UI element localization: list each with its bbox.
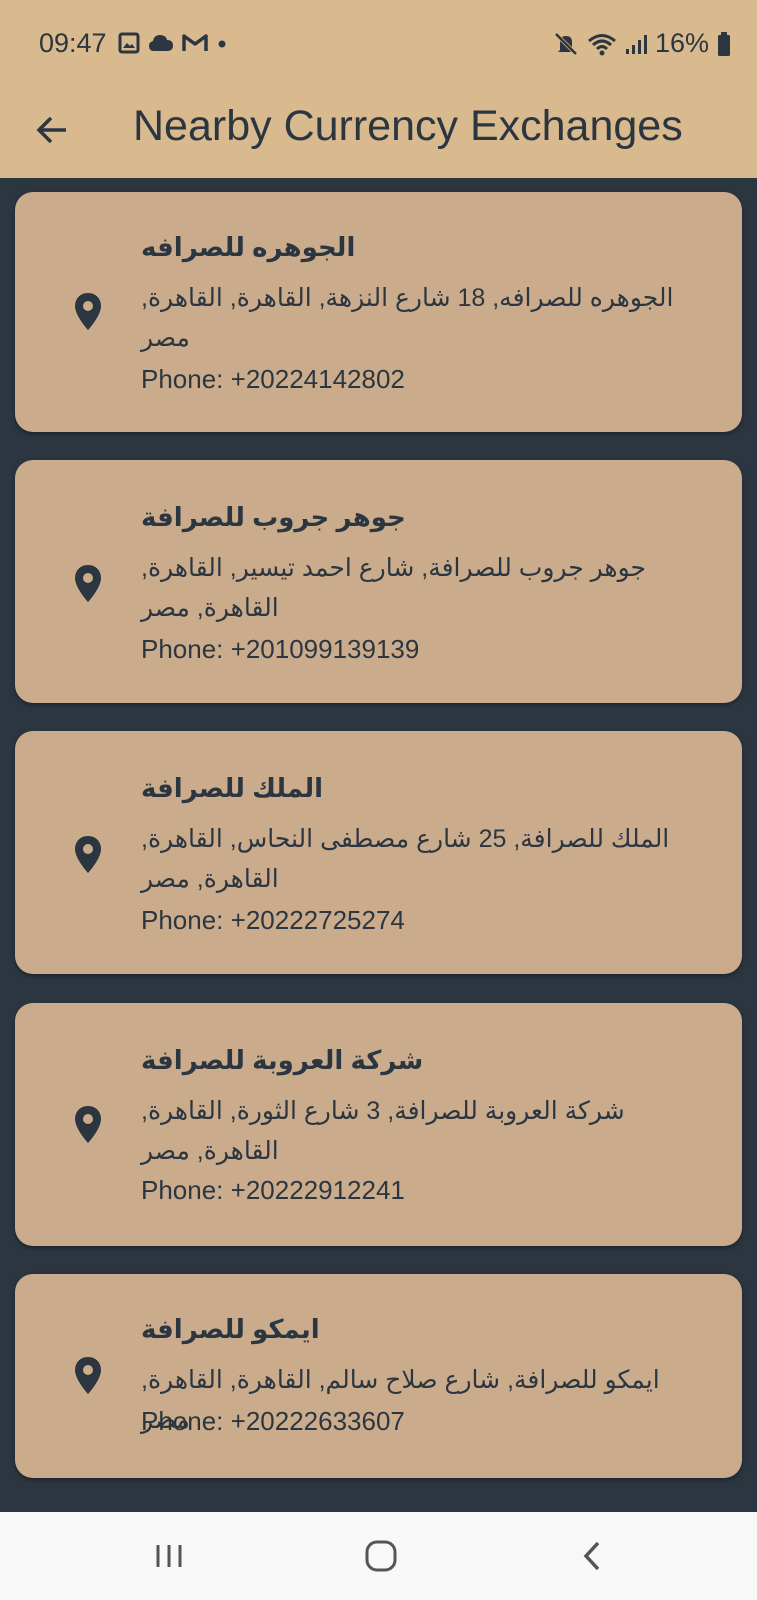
dot-icon (218, 40, 226, 48)
location-pin-icon (75, 293, 101, 330)
location-pin-icon (75, 1357, 101, 1394)
exchange-card[interactable]: شركة العروبة للصرافة شركة العروبة للصراف… (15, 1003, 742, 1246)
status-time: 09:47 (39, 28, 107, 58)
battery-icon (718, 31, 730, 56)
system-back-button[interactable] (567, 1532, 617, 1580)
page-title: Nearby Currency Exchanges (133, 102, 683, 150)
exchange-card[interactable]: الجوهره للصرافه الجوهره للصرافه, 18 شارع… (15, 192, 742, 432)
cloud-icon (149, 35, 173, 51)
exchange-phone: Phone: +20222725274 (141, 905, 405, 935)
exchange-name: الملك للصرافة (141, 773, 324, 803)
exchange-phone: Phone: +20224142802 (141, 364, 405, 394)
exchange-address: جوهر جروب للصرافة, شارع احمد تيسير, القا… (141, 554, 646, 622)
exchange-address: الجوهره للصرافه, 18 شارع النزهة, القاهرة… (141, 284, 674, 352)
exchange-phone: Phone: +20222633607 (141, 1406, 405, 1436)
back-icon (583, 1541, 600, 1571)
mute-icon (554, 32, 578, 55)
exchange-name: الجوهره للصرافه (141, 232, 356, 262)
exchange-card[interactable]: جوهر جروب للصرافة جوهر جروب للصرافة, شار… (15, 460, 742, 703)
exchange-name: ايمكو للصرافة (141, 1314, 320, 1344)
exchange-address: الملك للصرافة, 25 شارع مصطفى النحاس, الق… (141, 825, 670, 893)
app-bar: Nearby Currency Exchanges (0, 92, 757, 178)
home-button[interactable] (356, 1532, 406, 1580)
location-pin-icon (75, 1106, 101, 1143)
location-pin-icon (75, 565, 101, 602)
system-status: 16% (553, 28, 731, 59)
exchange-address: شركة العروبة للصرافة, 3 شارع الثورة, الق… (141, 1097, 625, 1165)
back-button[interactable] (30, 108, 74, 152)
wifi-icon (587, 33, 616, 55)
exchange-name: جوهر جروب للصرافة (141, 502, 406, 532)
arrow-left-icon (36, 116, 66, 144)
exchange-phone: Phone: +20222912241 (141, 1175, 405, 1205)
gmail-icon (182, 34, 208, 51)
exchange-card[interactable]: الملك للصرافة الملك للصرافة, 25 شارع مصط… (15, 731, 742, 974)
location-pin-icon (75, 836, 101, 873)
signal-icon (625, 34, 647, 54)
recent-apps-button[interactable] (144, 1532, 194, 1580)
status-bar: 09:47 16% (0, 0, 757, 92)
battery-percent: 16% (654, 28, 709, 58)
system-nav-bar (0, 1512, 757, 1600)
exchange-phone: Phone: +201099139139 (141, 634, 420, 664)
exchange-name: شركة العروبة للصرافة (141, 1045, 424, 1075)
recent-apps-icon (156, 1545, 182, 1567)
notification-icons (118, 32, 228, 54)
exchange-list[interactable]: الجوهره للصرافه الجوهره للصرافه, 18 شارع… (0, 178, 757, 1512)
image-icon (118, 32, 140, 54)
exchange-card[interactable]: ايمكو للصرافة ايمكو للصرافة, شارع صلاح س… (15, 1274, 742, 1478)
home-icon (365, 1540, 397, 1572)
